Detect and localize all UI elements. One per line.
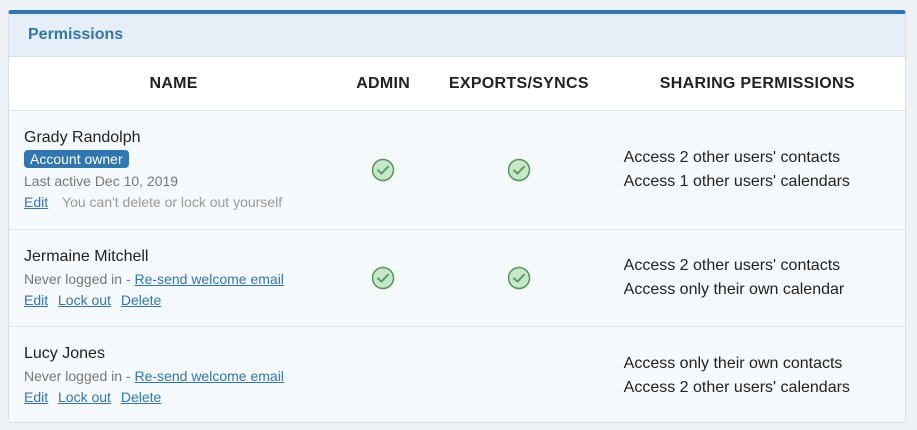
edit-link[interactable]: Edit	[24, 292, 48, 308]
sharing-contacts: Access 2 other users' contacts	[623, 257, 841, 274]
user-name: Jermaine Mitchell	[24, 247, 149, 265]
delete-link[interactable]: Delete	[121, 389, 161, 405]
self-lock-note: You can't delete or lock out yourself	[62, 194, 283, 210]
lock-out-link[interactable]: Lock out	[58, 389, 111, 405]
sharing-calendars: Access 1 other users' calendars	[623, 173, 850, 190]
permissions-panel: Permissions NAME ADMIN EXPORTS/SYNCS SHA…	[8, 10, 906, 423]
table-row: Jermaine Mitchell Never logged in - Re-s…	[9, 230, 905, 327]
account-owner-badge: Account owner	[24, 150, 129, 168]
check-circle-icon	[507, 266, 531, 290]
user-name: Lucy Jones	[24, 345, 105, 362]
delete-link[interactable]: Delete	[121, 292, 161, 308]
sharing-contacts: Access 2 other users' contacts	[623, 149, 841, 166]
user-actions: Edit Lock out Delete	[24, 387, 338, 407]
user-cell: Lucy Jones Never logged in - Re-send wel…	[9, 344, 338, 407]
panel-header: Permissions	[9, 14, 905, 57]
panel-title: Permissions	[28, 26, 124, 43]
login-status-text: Never logged in -	[24, 368, 135, 384]
check-circle-icon	[371, 158, 395, 182]
column-header-admin: ADMIN	[356, 74, 411, 92]
login-status-text: Never logged in -	[24, 270, 135, 287]
sharing-cell: Access 2 other users' contacts Access 1 …	[610, 146, 905, 194]
table-row: Grady Randolph Account owner Last active…	[9, 111, 905, 230]
user-actions: Edit You can't delete or lock out yourse…	[24, 192, 338, 212]
user-actions: Edit Lock out Delete	[24, 290, 338, 310]
table-row: Lucy Jones Never logged in - Re-send wel…	[9, 327, 905, 422]
last-active-text: Last active Dec 10, 2019	[24, 173, 179, 189]
table-header: NAME ADMIN EXPORTS/SYNCS SHARING PERMISS…	[9, 57, 905, 111]
login-status: Never logged in - Re-send welcome email	[24, 269, 338, 289]
edit-link[interactable]: Edit	[24, 194, 48, 210]
resend-welcome-link[interactable]: Re-send welcome email	[135, 368, 284, 384]
sharing-contacts: Access only their own contacts	[623, 354, 843, 372]
column-header-sharing: SHARING PERMISSIONS	[659, 74, 855, 92]
column-header-name: NAME	[149, 74, 198, 92]
exports-cell	[428, 266, 610, 290]
user-name: Grady Randolph	[24, 129, 141, 146]
resend-welcome-link[interactable]: Re-send welcome email	[135, 271, 284, 287]
column-header-exports: EXPORTS/SYNCS	[448, 74, 589, 92]
check-circle-icon	[371, 266, 395, 290]
user-cell: Jermaine Mitchell Never logged in - Re-s…	[9, 247, 338, 310]
sharing-cell: Access 2 other users' contacts Access on…	[610, 254, 905, 302]
admin-cell	[338, 266, 428, 290]
sharing-calendars: Access 2 other users' calendars	[623, 378, 850, 396]
exports-cell	[428, 158, 610, 182]
admin-cell	[338, 158, 428, 182]
sharing-calendars: Access only their own calendar	[623, 281, 845, 298]
lock-out-link[interactable]: Lock out	[58, 292, 111, 308]
sharing-cell: Access only their own contacts Access 2 …	[610, 352, 905, 400]
login-status: Never logged in - Re-send welcome email	[24, 366, 338, 386]
edit-link[interactable]: Edit	[24, 389, 48, 405]
check-circle-icon	[507, 158, 531, 182]
user-cell: Grady Randolph Account owner Last active…	[9, 128, 338, 212]
